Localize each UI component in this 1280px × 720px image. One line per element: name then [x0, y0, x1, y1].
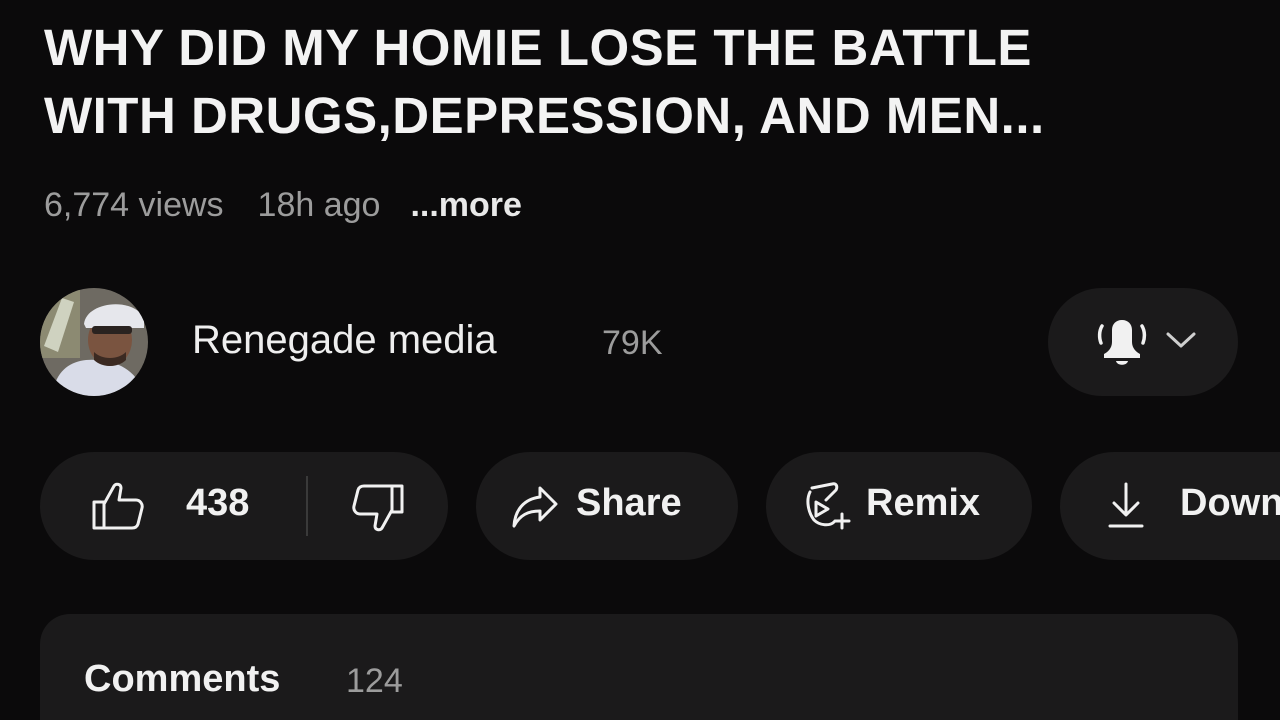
bell-icon [1094, 316, 1150, 373]
comments-count: 124 [346, 662, 403, 700]
upload-time: 18h ago [257, 185, 381, 224]
video-title[interactable]: WHY DID MY HOMIE LOSE THE BATTLE WITH DR… [44, 14, 1244, 150]
subscriber-count: 79K [602, 324, 663, 362]
download-label: Download [1180, 482, 1280, 524]
share-label: Share [576, 482, 682, 524]
thumbs-up-icon [90, 480, 146, 537]
like-count: 438 [186, 482, 250, 524]
channel-name[interactable]: Renegade media [192, 318, 497, 363]
download-button[interactable]: Download [1060, 452, 1280, 560]
remix-label: Remix [866, 482, 981, 524]
like-dislike-group: 438 [40, 452, 448, 560]
video-details-page: WHY DID MY HOMIE LOSE THE BATTLE WITH DR… [0, 0, 1280, 720]
share-arrow-icon [510, 484, 560, 535]
thumbs-down-icon [350, 482, 406, 539]
video-title-line-1: WHY DID MY HOMIE LOSE THE BATTLE [44, 19, 1032, 76]
notification-bell-button[interactable] [1048, 288, 1238, 396]
comments-section[interactable]: Comments 124 [40, 614, 1238, 720]
view-count: 6,774 views [44, 185, 224, 224]
comments-label: Comments [84, 658, 281, 700]
more-description-link[interactable]: ...more [410, 186, 521, 225]
like-button[interactable]: 438 [40, 452, 306, 560]
remix-button[interactable]: Remix [766, 452, 1032, 560]
chevron-down-icon [1164, 328, 1198, 357]
remix-icon [802, 480, 852, 537]
video-meta[interactable]: 6,774 views 18h ago ...more [44, 182, 522, 228]
share-button[interactable]: Share [476, 452, 738, 560]
download-icon [1106, 480, 1146, 537]
dislike-button[interactable] [308, 452, 448, 560]
channel-row: Renegade media 79K [40, 288, 1240, 396]
video-title-line-2: WITH DRUGS,DEPRESSION, AND MEN... [44, 87, 1045, 144]
channel-avatar[interactable] [40, 288, 148, 396]
